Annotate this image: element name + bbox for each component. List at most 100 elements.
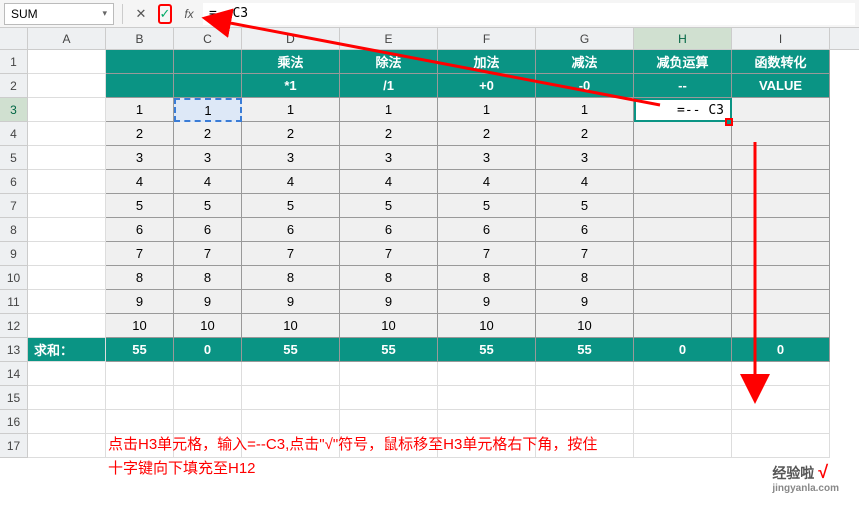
cell-G3[interactable]: 1 <box>536 98 634 122</box>
col-header-D[interactable]: D <box>242 28 340 49</box>
confirm-button[interactable]: ✓ <box>155 4 175 24</box>
row-header-9[interactable]: 9 <box>0 242 28 266</box>
row-header-2[interactable]: 2 <box>0 74 28 98</box>
cell-D8[interactable]: 6 <box>242 218 340 242</box>
col-header-H[interactable]: H <box>634 28 732 49</box>
row-header-4[interactable]: 4 <box>0 122 28 146</box>
cell-D5[interactable]: 3 <box>242 146 340 170</box>
cell-E15[interactable] <box>340 386 438 410</box>
cell-G16[interactable] <box>536 410 634 434</box>
cell-A13[interactable]: 求和： <box>28 338 106 362</box>
row-header-13[interactable]: 13 <box>0 338 28 362</box>
col-header-E[interactable]: E <box>340 28 438 49</box>
cell-C10[interactable]: 8 <box>174 266 242 290</box>
cell-C14[interactable] <box>174 362 242 386</box>
cell-B8[interactable]: 6 <box>106 218 174 242</box>
row-header-12[interactable]: 12 <box>0 314 28 338</box>
cell-E10[interactable]: 8 <box>340 266 438 290</box>
row-header-6[interactable]: 6 <box>0 170 28 194</box>
cell-I10[interactable] <box>732 266 830 290</box>
cell-D7[interactable]: 5 <box>242 194 340 218</box>
cell-H15[interactable] <box>634 386 732 410</box>
cell-E3[interactable]: 1 <box>340 98 438 122</box>
cell-F11[interactable]: 9 <box>438 290 536 314</box>
cell-C9[interactable]: 7 <box>174 242 242 266</box>
cell-G12[interactable]: 10 <box>536 314 634 338</box>
cell-F6[interactable]: 4 <box>438 170 536 194</box>
row-header-11[interactable]: 11 <box>0 290 28 314</box>
cell-I15[interactable] <box>732 386 830 410</box>
cell-I2[interactable]: VALUE <box>732 74 830 98</box>
cell-A2[interactable] <box>28 74 106 98</box>
cell-D3[interactable]: 1 <box>242 98 340 122</box>
cell-B6[interactable]: 4 <box>106 170 174 194</box>
cell-I11[interactable] <box>732 290 830 314</box>
cell-D9[interactable]: 7 <box>242 242 340 266</box>
cell-F8[interactable]: 6 <box>438 218 536 242</box>
cell-A3[interactable] <box>28 98 106 122</box>
cell-A15[interactable] <box>28 386 106 410</box>
col-header-G[interactable]: G <box>536 28 634 49</box>
cell-E8[interactable]: 6 <box>340 218 438 242</box>
formula-input[interactable] <box>203 3 855 25</box>
cell-D6[interactable]: 4 <box>242 170 340 194</box>
cell-I9[interactable] <box>732 242 830 266</box>
row-header-3[interactable]: 3 <box>0 98 28 122</box>
cell-A12[interactable] <box>28 314 106 338</box>
cell-C16[interactable] <box>174 410 242 434</box>
cell-B13[interactable]: 55 <box>106 338 174 362</box>
cell-F5[interactable]: 3 <box>438 146 536 170</box>
cell-G9[interactable]: 7 <box>536 242 634 266</box>
cell-C5[interactable]: 3 <box>174 146 242 170</box>
cell-G14[interactable] <box>536 362 634 386</box>
cell-H1[interactable]: 减负运算 <box>634 50 732 74</box>
cell-B4[interactable]: 2 <box>106 122 174 146</box>
cell-G5[interactable]: 3 <box>536 146 634 170</box>
cell-G6[interactable]: 4 <box>536 170 634 194</box>
cell-A14[interactable] <box>28 362 106 386</box>
cell-I6[interactable] <box>732 170 830 194</box>
cell-H14[interactable] <box>634 362 732 386</box>
cell-C6[interactable]: 4 <box>174 170 242 194</box>
cell-D1[interactable]: 乘法 <box>242 50 340 74</box>
row-header-16[interactable]: 16 <box>0 410 28 434</box>
cell-E4[interactable]: 2 <box>340 122 438 146</box>
cell-G8[interactable]: 6 <box>536 218 634 242</box>
cell-E14[interactable] <box>340 362 438 386</box>
cell-D13[interactable]: 55 <box>242 338 340 362</box>
corner-cell[interactable] <box>0 28 28 49</box>
cell-I12[interactable] <box>732 314 830 338</box>
cell-A9[interactable] <box>28 242 106 266</box>
fx-button[interactable]: fx <box>179 4 199 24</box>
cell-A5[interactable] <box>28 146 106 170</box>
cell-C3[interactable]: 1 <box>174 98 242 122</box>
cell-B12[interactable]: 10 <box>106 314 174 338</box>
cell-A8[interactable] <box>28 218 106 242</box>
cell-G15[interactable] <box>536 386 634 410</box>
cell-E5[interactable]: 3 <box>340 146 438 170</box>
fill-handle[interactable] <box>725 118 733 126</box>
cell-G4[interactable]: 2 <box>536 122 634 146</box>
row-header-14[interactable]: 14 <box>0 362 28 386</box>
cell-I5[interactable] <box>732 146 830 170</box>
cell-C4[interactable]: 2 <box>174 122 242 146</box>
cell-F15[interactable] <box>438 386 536 410</box>
cell-B15[interactable] <box>106 386 174 410</box>
cell-I8[interactable] <box>732 218 830 242</box>
cell-A7[interactable] <box>28 194 106 218</box>
cell-I3[interactable] <box>732 98 830 122</box>
cell-F7[interactable]: 5 <box>438 194 536 218</box>
cell-A16[interactable] <box>28 410 106 434</box>
cell-F1[interactable]: 加法 <box>438 50 536 74</box>
col-header-B[interactable]: B <box>106 28 174 49</box>
row-header-8[interactable]: 8 <box>0 218 28 242</box>
cell-F4[interactable]: 2 <box>438 122 536 146</box>
cell-A1[interactable] <box>28 50 106 74</box>
cell-A6[interactable] <box>28 170 106 194</box>
cell-E12[interactable]: 10 <box>340 314 438 338</box>
cell-C8[interactable]: 6 <box>174 218 242 242</box>
cell-B10[interactable]: 8 <box>106 266 174 290</box>
cell-H17[interactable] <box>634 434 732 458</box>
cell-D4[interactable]: 2 <box>242 122 340 146</box>
cell-A10[interactable] <box>28 266 106 290</box>
